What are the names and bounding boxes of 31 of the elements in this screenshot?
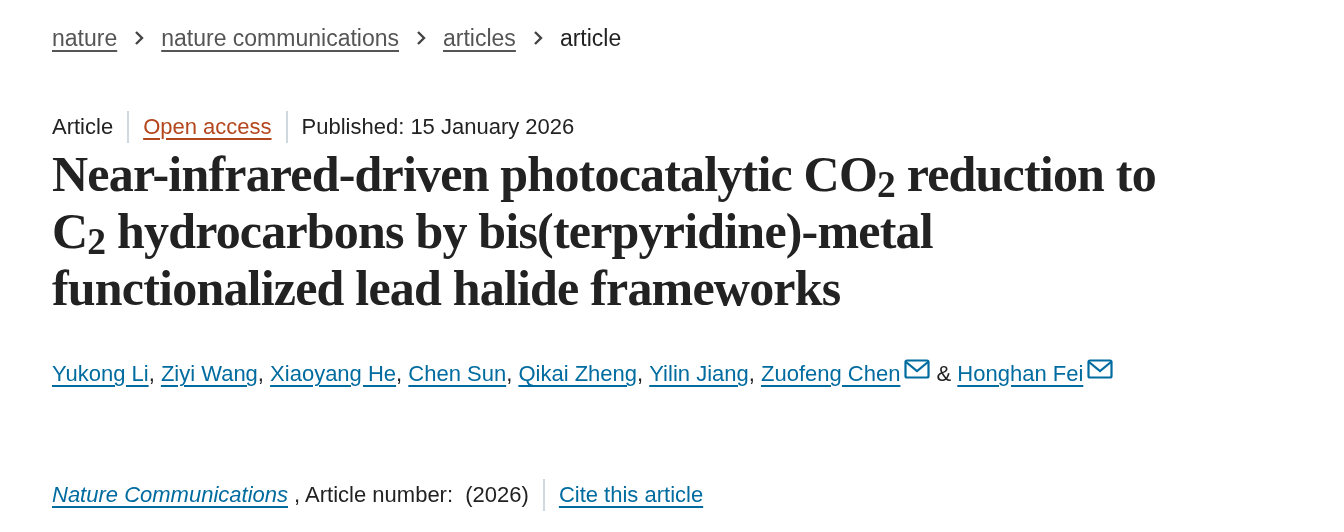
mail-icon[interactable] — [1087, 359, 1114, 379]
chevron-icon — [133, 30, 146, 46]
cite-link[interactable]: Cite this article — [558, 482, 704, 508]
chevron-icon — [415, 30, 427, 46]
breadcrumb-link[interactable]: nature — [52, 24, 118, 52]
chevron-icon — [531, 30, 544, 46]
article-title: Near-infrared-driven photocatalytic CO$_{2}$ reduction to C$_{2}$ hydrocarbons by bis(terpyridine)-metal functionalized lead halide frameworks — [52, 146, 1157, 317]
breadcrumb-link[interactable]: nature communications — [161, 24, 399, 52]
author-link[interactable]: Yukong Li — [52, 357, 149, 391]
breadcrumb-current: article — [559, 24, 622, 52]
author-separator: , — [257, 360, 265, 388]
author-link[interactable]: Zuofeng Chen — [760, 357, 901, 391]
author-link[interactable]: Qikai Zheng — [518, 357, 638, 391]
author-link[interactable]: Yilin Jiang — [649, 357, 749, 391]
author-separator: , — [396, 360, 404, 388]
breadcrumb-link[interactable]: articles — [443, 24, 516, 52]
published-date: Published: 15 January 2026 — [301, 114, 575, 140]
open-access-link[interactable]: Open access — [143, 114, 272, 140]
author-link[interactable]: Xiaoyang He — [270, 357, 397, 391]
author-link[interactable]: Chen Sun — [408, 357, 507, 391]
author-separator: , — [148, 360, 156, 388]
author-separator: , — [506, 360, 514, 388]
article-number: , Article number: (2026) — [293, 482, 529, 508]
author-link[interactable]: Honghan Fei — [957, 357, 1084, 391]
article-type: Article — [52, 114, 114, 140]
author-separator: , — [637, 360, 645, 388]
journal-link[interactable]: Nature Communications — [52, 482, 288, 508]
author-separator: , — [748, 360, 756, 388]
author-separator: & — [935, 360, 953, 388]
author-link[interactable]: Ziyi Wang — [160, 357, 258, 391]
mail-icon[interactable] — [904, 359, 931, 379]
